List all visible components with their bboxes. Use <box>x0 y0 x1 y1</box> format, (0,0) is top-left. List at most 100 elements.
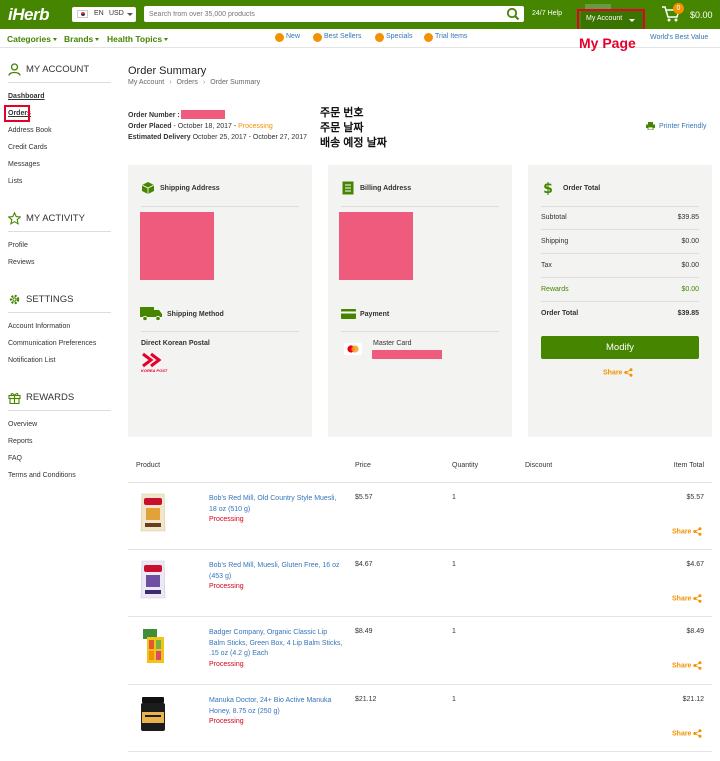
divider <box>341 331 499 332</box>
order-placed: Order Placed - October 18, 2017 - Proces… <box>128 123 273 130</box>
column-header-quantity: Quantity <box>452 462 479 469</box>
product-quantity: 1 <box>452 561 456 568</box>
product-name-link[interactable]: Badger Company, Organic Classic Lip Balm… <box>209 628 344 660</box>
payment-method-value: Master Card <box>373 340 412 347</box>
sidebar-item-terms-and-conditions[interactable]: Terms and Conditions <box>8 472 76 479</box>
categories-menu[interactable]: Categories <box>7 34 57 44</box>
iherb-logo[interactable]: iHerb <box>8 5 49 25</box>
shipping-address-heading: Shipping Address <box>160 185 220 192</box>
modify-button[interactable]: Modify <box>541 336 699 359</box>
printer-friendly-link[interactable]: Printer Friendly <box>646 122 706 130</box>
gift-icon <box>8 393 21 404</box>
worlds-best-value-link[interactable]: World's Best Value <box>650 34 708 41</box>
annotation-order-number: 주문 번호 <box>320 107 364 119</box>
redacted-order-number <box>181 110 225 119</box>
product-status: Processing <box>209 718 244 725</box>
breadcrumb-orders[interactable]: Orders <box>177 79 198 86</box>
product-image-muesli[interactable] <box>138 491 168 533</box>
dollar-icon: $ <box>543 181 553 196</box>
breadcrumb: My Account › Orders › Order Summary <box>128 79 261 86</box>
divider <box>8 82 111 83</box>
product-item-total: $4.67 <box>686 561 704 568</box>
sidebar-item-communication-preferences[interactable]: Communication Preferences <box>8 340 96 347</box>
search-icon[interactable] <box>505 7 521 21</box>
divider <box>141 206 299 207</box>
order-total-heading: Order Total <box>563 185 601 192</box>
product-status: Processing <box>209 516 244 523</box>
divider <box>128 482 712 483</box>
divider <box>541 206 699 207</box>
divider <box>128 751 712 752</box>
share-product-link[interactable]: Share <box>672 527 702 536</box>
credit-card-icon <box>341 309 356 319</box>
product-quantity: 1 <box>452 696 456 703</box>
sidebar-item-lists[interactable]: Lists <box>8 178 22 185</box>
sidebar-item-credit-cards[interactable]: Credit Cards <box>8 144 47 151</box>
divider <box>8 312 111 313</box>
product-price: $21.12 <box>355 696 377 703</box>
annotation-box-orders <box>4 105 30 122</box>
share-product-link[interactable]: Share <box>672 594 702 603</box>
share-product-link[interactable]: Share <box>672 729 702 738</box>
share-icon <box>693 729 702 738</box>
product-status: Processing <box>209 661 244 668</box>
sidebar-item-overview[interactable]: Overview <box>8 421 37 428</box>
sidebar-item-faq[interactable]: FAQ <box>8 455 22 462</box>
sidebar-item-reviews[interactable]: Reviews <box>8 259 34 266</box>
sidebar-item-address-book[interactable]: Address Book <box>8 127 52 134</box>
product-price: $4.67 <box>355 561 373 568</box>
product-name-link[interactable]: Bob's Red Mill, Old Country Style Muesli… <box>209 494 344 515</box>
share-product-link[interactable]: Share <box>672 661 702 670</box>
truck-icon <box>140 307 162 321</box>
divider <box>541 229 699 230</box>
search-input[interactable] <box>144 6 499 22</box>
product-item-total: $21.12 <box>682 696 704 703</box>
divider <box>541 277 699 278</box>
share-icon <box>693 594 702 603</box>
nav-new-link[interactable]: New <box>275 33 300 42</box>
breadcrumb-my-account[interactable]: My Account <box>128 79 164 86</box>
new-icon <box>275 33 284 42</box>
divider <box>541 301 699 302</box>
product-name-link[interactable]: Bob's Red Mill, Muesli, Gluten Free, 16 … <box>209 561 344 582</box>
divider <box>8 410 111 411</box>
svg-text:$: $ <box>543 181 553 196</box>
divider <box>8 231 111 232</box>
sidebar-item-profile[interactable]: Profile <box>8 242 28 249</box>
nav-specials-link[interactable]: Specials <box>375 33 412 42</box>
subtotal-row: Subtotal $39.85 <box>541 214 699 221</box>
redacted-card-number <box>372 350 442 359</box>
sidebar-item-account-information[interactable]: Account Information <box>8 323 70 330</box>
help-link[interactable]: 24/7 Help <box>532 10 562 17</box>
billing-address-heading: Billing Address <box>360 185 412 192</box>
cart-total[interactable]: $0.00 <box>690 10 713 20</box>
product-image-manuka-honey[interactable] <box>138 693 168 735</box>
share-order-link[interactable]: Share <box>603 368 633 377</box>
sidebar-item-reports[interactable]: Reports <box>8 438 33 445</box>
order-total-row: Order Total $39.85 <box>541 310 699 317</box>
redacted-shipping-address <box>140 212 214 280</box>
sidebar-item-notification-list[interactable]: Notification List <box>8 357 55 364</box>
sidebar-item-messages[interactable]: Messages <box>8 161 40 168</box>
product-item-total: $8.49 <box>686 628 704 635</box>
page-title: Order Summary <box>128 65 207 77</box>
nav-best-sellers-link[interactable]: Best Sellers <box>313 33 361 42</box>
specials-icon <box>375 33 384 42</box>
divider <box>128 549 712 550</box>
sidebar-item-dashboard[interactable]: Dashboard <box>8 93 45 100</box>
share-icon <box>624 368 633 377</box>
redacted-billing-address <box>339 212 413 280</box>
annotation-order-date: 주문 날짜 <box>320 122 364 134</box>
product-image-muesli-gluten-free[interactable] <box>138 558 168 600</box>
product-quantity: 1 <box>452 494 456 501</box>
product-quantity: 1 <box>452 628 456 635</box>
brands-menu[interactable]: Brands <box>64 34 100 44</box>
breadcrumb-order-summary: Order Summary <box>210 79 261 86</box>
column-header-price: Price <box>355 462 371 469</box>
product-name-link[interactable]: Manuka Doctor, 24+ Bio Active Manuka Hon… <box>209 696 344 717</box>
language-currency-selector[interactable]: EN USD <box>72 7 136 22</box>
health-topics-menu[interactable]: Health Topics <box>107 34 169 44</box>
product-image-lip-balm[interactable] <box>138 625 168 667</box>
document-icon <box>342 181 354 195</box>
nav-trial-items-link[interactable]: Trial Items <box>424 33 467 42</box>
